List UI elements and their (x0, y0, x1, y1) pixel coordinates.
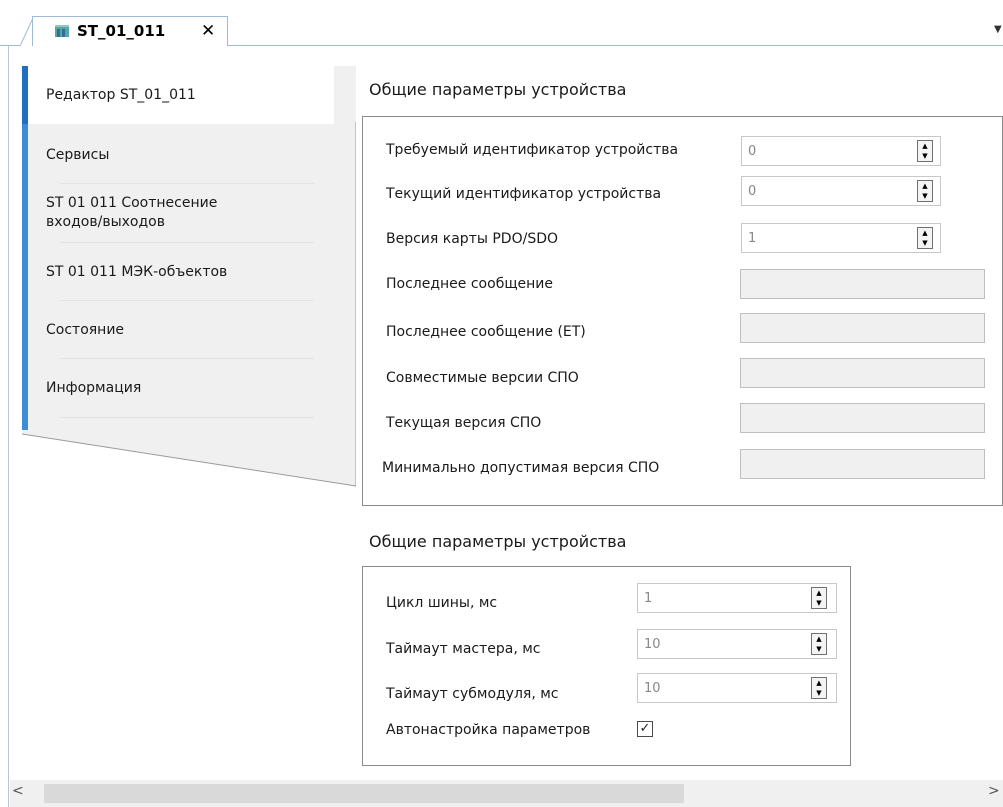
horizontal-scrollbar[interactable]: < > (10, 780, 1003, 807)
bus-cycle-spinner[interactable]: 1 (637, 583, 837, 613)
last-message-field (740, 269, 985, 299)
compatible-versions-field (740, 358, 985, 388)
scroll-left-icon[interactable]: < (12, 783, 24, 799)
submodule-timeout-spinner[interactable]: 10 (637, 673, 837, 703)
spinner-arrows-icon[interactable]: ▲ ▼ (811, 587, 827, 609)
autotune-checkbox[interactable]: ✓ (637, 721, 653, 737)
sidebar-item-label: Состояние (46, 321, 125, 338)
tab-st-01-011[interactable]: ST_01_011 ✕ (32, 16, 228, 46)
tab-title: ST_01_011 (77, 22, 166, 40)
spinner-arrows-icon[interactable]: ▲ ▼ (811, 677, 827, 699)
compatible-versions-label: Совместимые версии СПО (386, 370, 579, 386)
device-icon (55, 25, 69, 37)
bus-cycle-label: Цикл шины, мс (386, 595, 498, 611)
min-software-version-label: Минимально допустимая версия СПО (382, 460, 660, 476)
sidebar-item-label: ST 01 011 МЭК-объектов (46, 263, 228, 280)
autotune-label: Автонастройка параметров (386, 722, 591, 738)
master-timeout-label: Таймаут мастера, мс (386, 641, 541, 657)
spinner-value: 10 (644, 636, 661, 652)
spinner-value: 1 (748, 230, 757, 246)
sidebar-item-iec-objects[interactable]: ST 01 011 МЭК-объектов (28, 243, 340, 301)
sidebar-item-editor[interactable]: Редактор ST_01_011 (22, 66, 334, 124)
spinner-value: 10 (644, 680, 661, 696)
scroll-right-icon[interactable]: > (988, 783, 1000, 799)
sidebar-item-label: Информация (46, 379, 142, 396)
min-software-version-field (740, 449, 985, 479)
spinner-arrows-icon[interactable]: ▲ ▼ (917, 227, 933, 249)
last-message-et-label: Последнее сообщение (ET) (386, 324, 586, 340)
sidebar-item-io-mapping[interactable]: ST 01 011 Соотнесение входов/выходов (28, 184, 258, 242)
current-software-version-field (740, 403, 985, 433)
spinner-arrows-icon[interactable]: ▲ ▼ (917, 180, 933, 202)
sidebar-item-information[interactable]: Информация (28, 359, 340, 417)
close-icon[interactable]: ✕ (201, 21, 215, 41)
required-device-id-label: Требуемый идентификатор устройства (386, 142, 679, 158)
sidebar-item-services[interactable]: Сервисы (28, 126, 340, 184)
sidebar-item-label: Сервисы (46, 146, 110, 163)
general-params-group (362, 116, 1003, 506)
last-message-label: Последнее сообщение (386, 276, 553, 292)
sidebar-item-label: ST 01 011 Соотнесение входов/выходов (46, 195, 218, 230)
current-software-version-label: Текущая версия СПО (386, 415, 542, 431)
sidebar-item-status[interactable]: Состояние (28, 301, 340, 359)
last-message-et-field (740, 313, 985, 343)
sidebar-separator (60, 417, 314, 418)
submodule-timeout-label: Таймаут субмодуля, мс (386, 686, 559, 702)
pdo-sdo-version-label: Версия карты PDO/SDO (386, 231, 558, 247)
tab-list-dropdown-icon[interactable]: ▼ (994, 24, 1002, 35)
section-title-bus: Общие параметры устройства (369, 532, 627, 551)
scrollbar-thumb[interactable] (44, 784, 684, 803)
spinner-arrows-icon[interactable]: ▲ ▼ (917, 140, 933, 162)
required-device-id-spinner[interactable]: 0 (741, 136, 941, 166)
current-device-id-label: Текущий идентификатор устройства (386, 186, 662, 202)
pdo-sdo-version-spinner[interactable]: 1 (741, 223, 941, 253)
current-device-id-spinner[interactable]: 0 (741, 176, 941, 206)
spinner-arrows-icon[interactable]: ▲ ▼ (811, 633, 827, 655)
section-title-general: Общие параметры устройства (369, 80, 627, 99)
spinner-value: 0 (748, 143, 757, 159)
sidebar-item-label: Редактор ST_01_011 (46, 86, 196, 103)
spinner-value: 1 (644, 590, 653, 606)
master-timeout-spinner[interactable]: 10 (637, 629, 837, 659)
spinner-value: 0 (748, 183, 757, 199)
